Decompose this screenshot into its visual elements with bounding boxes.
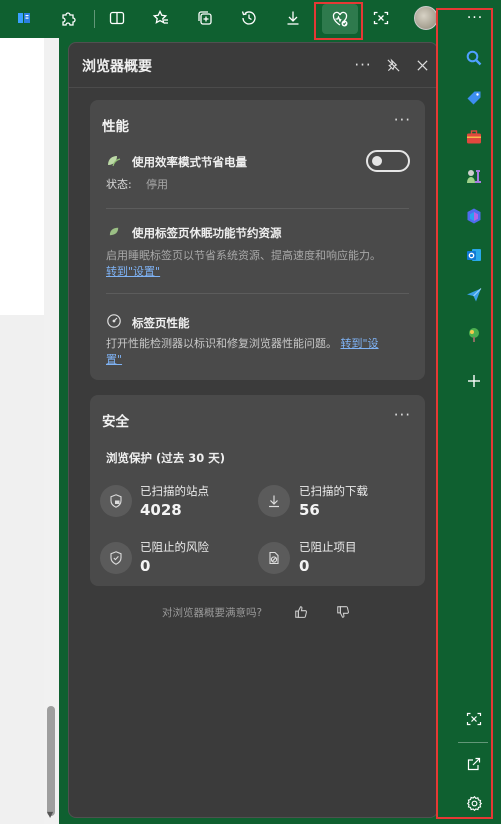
security-card: 安全 ··· 浏览保护 (过去 30 天) 已扫描的站点 4028 已扫描的下载…: [90, 395, 425, 586]
scanned-sites-value: 4028: [140, 501, 182, 519]
browsing-protection-subtitle: 浏览保护 (过去 30 天): [106, 451, 226, 465]
collections-icon[interactable]: [189, 3, 221, 33]
download-icon: [258, 485, 290, 517]
performance-more-button[interactable]: ···: [394, 111, 411, 129]
sleeping-tabs-settings-link[interactable]: 转到"设置": [106, 265, 160, 278]
sidebar-screenshot-icon[interactable]: [462, 707, 486, 731]
scanned-downloads-label: 已扫描的下载: [299, 484, 368, 498]
split-screen-icon[interactable]: [101, 3, 133, 33]
open-external-icon[interactable]: [462, 752, 486, 776]
shopping-tag-icon[interactable]: [462, 86, 486, 110]
add-icon[interactable]: [462, 369, 486, 393]
blocked-risks-label: 已阻止的风险: [140, 540, 209, 554]
scrollbar-thumb[interactable]: [47, 706, 55, 816]
panel-divider: [69, 87, 437, 88]
search-icon[interactable]: [462, 46, 486, 70]
scroll-down-arrow[interactable]: ▼: [47, 810, 53, 819]
performance-separator-2: [106, 293, 409, 294]
right-sidebar: [446, 38, 501, 824]
tab-performance-title: 标签页性能: [132, 316, 190, 330]
efficiency-status-value: 停用: [146, 178, 168, 191]
sleeping-tab-leaf-icon: [106, 223, 122, 239]
tab-performance-settings-link-part2[interactable]: 置": [106, 353, 122, 366]
toggle-knob: [372, 156, 382, 166]
efficiency-toggle[interactable]: [366, 150, 410, 172]
profile-avatar[interactable]: [410, 3, 442, 33]
scanned-downloads-value: 56: [299, 501, 320, 519]
browser-toolbar: ···: [0, 0, 501, 40]
toolbar-divider: [94, 10, 95, 28]
app-icon[interactable]: [8, 3, 40, 33]
close-icon[interactable]: [411, 54, 433, 76]
scanned-sites-label: 已扫描的站点: [140, 484, 209, 498]
performance-separator-1: [106, 208, 409, 209]
tools-icon[interactable]: [462, 125, 486, 149]
settings-icon[interactable]: [462, 791, 486, 815]
browser-essentials-icon[interactable]: [322, 4, 358, 34]
blocked-item-icon: [258, 542, 290, 574]
panel-title: 浏览器概要: [82, 59, 152, 75]
blocked-risks-value: 0: [140, 557, 151, 575]
downloads-icon[interactable]: [277, 3, 309, 33]
history-icon[interactable]: [233, 3, 265, 33]
performance-card: 性能 ··· 使用效率模式节省电量 状态: 停用 使用标签页休眠功能节约资源 启…: [90, 100, 425, 380]
tab-performance-desc-text: 打开性能检测器以标识和修复浏览器性能问题。: [106, 337, 337, 350]
sleeping-tabs-title: 使用标签页休眠功能节约资源: [132, 226, 282, 240]
thumbs-up-icon[interactable]: [292, 603, 310, 621]
security-more-button[interactable]: ···: [394, 406, 411, 424]
blocked-items-label: 已阻止项目: [299, 540, 357, 554]
tab-performance-settings-link-part1[interactable]: 转到"设: [341, 337, 379, 350]
performance-title: 性能: [102, 119, 129, 135]
shield-check-icon: [100, 542, 132, 574]
page-scrollbar[interactable]: ▼: [44, 38, 59, 824]
outlook-icon[interactable]: [462, 243, 486, 267]
panel-more-label: ···: [354, 56, 372, 74]
copilot-icon[interactable]: [462, 204, 486, 228]
more-label: ···: [466, 10, 484, 26]
sleeping-tabs-desc-text: 启用睡眠标签页以节省系统资源、提高速度和响应能力。: [106, 249, 381, 262]
tree-icon[interactable]: [462, 323, 486, 347]
screenshot-icon[interactable]: [365, 3, 397, 33]
feedback-question: 对浏览器概要满意吗?: [162, 607, 263, 619]
more-icon[interactable]: ···: [459, 3, 491, 33]
shield-scan-icon: [100, 485, 132, 517]
security-title: 安全: [102, 414, 129, 430]
efficiency-status-label: 状态:: [106, 178, 132, 191]
panel-more-icon[interactable]: ···: [352, 54, 374, 76]
pin-off-icon[interactable]: [382, 54, 404, 76]
browser-essentials-panel: 浏览器概要 ··· 性能 ··· 使用效率模式节省电量 状态: 停用 使用标签页…: [68, 42, 438, 818]
send-icon[interactable]: [462, 283, 486, 307]
blocked-items-value: 0: [299, 557, 310, 575]
games-icon[interactable]: [462, 164, 486, 188]
leaf-efficiency-icon: [106, 153, 122, 169]
favorites-icon[interactable]: [145, 3, 177, 33]
panel-header: 浏览器概要 ···: [69, 43, 437, 87]
thumbs-down-icon[interactable]: [334, 603, 352, 621]
tab-performance-description: 打开性能检测器以标识和修复浏览器性能问题。 转到"设 置": [106, 336, 421, 368]
sidebar-divider: [458, 742, 488, 743]
extensions-icon[interactable]: [52, 3, 84, 33]
efficiency-title: 使用效率模式节省电量: [132, 155, 247, 169]
sleeping-tabs-description: 启用睡眠标签页以节省系统资源、提高速度和响应能力。 转到"设置": [106, 248, 411, 280]
web-page-content: [0, 38, 44, 824]
page-lower-area: [0, 315, 44, 824]
speedometer-icon: [106, 313, 122, 329]
